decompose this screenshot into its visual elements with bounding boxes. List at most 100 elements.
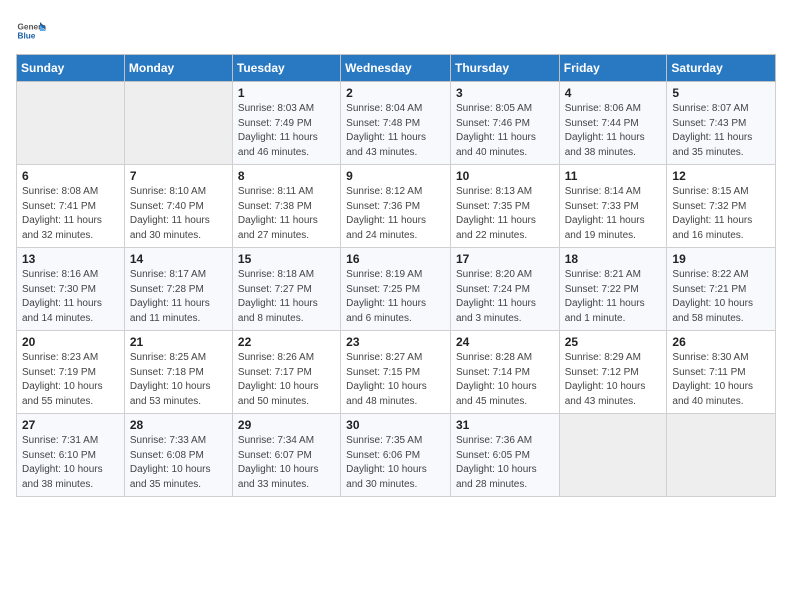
calendar-header: SundayMondayTuesdayWednesdayThursdayFrid… [17, 55, 776, 82]
day-info: Sunrise: 8:11 AM Sunset: 7:38 PM Dayligh… [238, 185, 335, 243]
day-info: Sunrise: 8:10 AM Sunset: 7:40 PM Dayligh… [130, 185, 227, 243]
day-number: 10 [456, 169, 554, 183]
day-info: Sunrise: 7:34 AM Sunset: 6:07 PM Dayligh… [238, 434, 335, 492]
day-number: 1 [238, 86, 335, 100]
day-info: Sunrise: 8:25 AM Sunset: 7:18 PM Dayligh… [130, 351, 227, 409]
day-number: 22 [238, 335, 335, 349]
day-number: 15 [238, 252, 335, 266]
day-info: Sunrise: 8:04 AM Sunset: 7:48 PM Dayligh… [346, 102, 445, 160]
day-number: 4 [565, 86, 662, 100]
calendar-cell: 24 Sunrise: 8:28 AM Sunset: 7:14 PM Dayli… [450, 331, 559, 414]
calendar-cell: 12 Sunrise: 8:15 AM Sunset: 7:32 PM Dayli… [667, 165, 776, 248]
calendar-cell [17, 82, 125, 165]
day-number: 20 [22, 335, 119, 349]
day-info: Sunrise: 8:06 AM Sunset: 7:44 PM Dayligh… [565, 102, 662, 160]
day-number: 30 [346, 418, 445, 432]
day-number: 25 [565, 335, 662, 349]
calendar-table: SundayMondayTuesdayWednesdayThursdayFrid… [16, 54, 776, 497]
day-number: 9 [346, 169, 445, 183]
day-number: 8 [238, 169, 335, 183]
calendar-cell [559, 414, 667, 497]
calendar-cell: 7 Sunrise: 8:10 AM Sunset: 7:40 PM Daylig… [124, 165, 232, 248]
calendar-cell: 3 Sunrise: 8:05 AM Sunset: 7:46 PM Daylig… [450, 82, 559, 165]
calendar-cell: 21 Sunrise: 8:25 AM Sunset: 7:18 PM Dayli… [124, 331, 232, 414]
calendar-cell [124, 82, 232, 165]
svg-text:Blue: Blue [18, 32, 36, 41]
calendar-cell: 2 Sunrise: 8:04 AM Sunset: 7:48 PM Daylig… [341, 82, 451, 165]
day-number: 5 [672, 86, 770, 100]
day-info: Sunrise: 8:27 AM Sunset: 7:15 PM Dayligh… [346, 351, 445, 409]
calendar-cell: 16 Sunrise: 8:19 AM Sunset: 7:25 PM Dayli… [341, 248, 451, 331]
day-info: Sunrise: 8:13 AM Sunset: 7:35 PM Dayligh… [456, 185, 554, 243]
day-info: Sunrise: 8:05 AM Sunset: 7:46 PM Dayligh… [456, 102, 554, 160]
calendar-cell: 22Sunrise: 8:26 AM Sunset: 7:17 PM Dayli… [232, 331, 340, 414]
calendar-cell: 26 Sunrise: 8:30 AM Sunset: 7:11 PM Dayli… [667, 331, 776, 414]
day-number: 21 [130, 335, 227, 349]
calendar-cell: 23 Sunrise: 8:27 AM Sunset: 7:15 PM Dayli… [341, 331, 451, 414]
day-number: 11 [565, 169, 662, 183]
day-number: 12 [672, 169, 770, 183]
day-number: 6 [22, 169, 119, 183]
day-info: Sunrise: 8:16 AM Sunset: 7:30 PM Dayligh… [22, 268, 119, 326]
day-number: 16 [346, 252, 445, 266]
calendar-cell: 17Sunrise: 8:20 AM Sunset: 7:24 PM Dayli… [450, 248, 559, 331]
day-number: 13 [22, 252, 119, 266]
day-info: Sunrise: 7:35 AM Sunset: 6:06 PM Dayligh… [346, 434, 445, 492]
day-info: Sunrise: 8:12 AM Sunset: 7:36 PM Dayligh… [346, 185, 445, 243]
day-info: Sunrise: 8:14 AM Sunset: 7:33 PM Dayligh… [565, 185, 662, 243]
day-number: 2 [346, 86, 445, 100]
calendar-cell: 28 Sunrise: 7:33 AM Sunset: 6:08 PM Dayli… [124, 414, 232, 497]
logo-icon: General Blue [16, 16, 46, 46]
day-info: Sunrise: 8:07 AM Sunset: 7:43 PM Dayligh… [672, 102, 770, 160]
logo: General Blue [16, 16, 50, 46]
day-number: 28 [130, 418, 227, 432]
weekday-header: Wednesday [341, 55, 451, 82]
calendar-cell [667, 414, 776, 497]
day-number: 18 [565, 252, 662, 266]
calendar-cell: 10 Sunrise: 8:13 AM Sunset: 7:35 PM Dayli… [450, 165, 559, 248]
page-header: General Blue [16, 16, 776, 46]
day-info: Sunrise: 8:18 AM Sunset: 7:27 PM Dayligh… [238, 268, 335, 326]
day-number: 3 [456, 86, 554, 100]
calendar-cell: 27 Sunrise: 7:31 AM Sunset: 6:10 PM Dayli… [17, 414, 125, 497]
day-info: Sunrise: 8:19 AM Sunset: 7:25 PM Dayligh… [346, 268, 445, 326]
day-number: 29 [238, 418, 335, 432]
day-info: Sunrise: 8:23 AM Sunset: 7:19 PM Dayligh… [22, 351, 119, 409]
calendar-cell: 6 Sunrise: 8:08 AM Sunset: 7:41 PM Daylig… [17, 165, 125, 248]
day-number: 23 [346, 335, 445, 349]
day-info: Sunrise: 7:33 AM Sunset: 6:08 PM Dayligh… [130, 434, 227, 492]
day-number: 24 [456, 335, 554, 349]
day-info: Sunrise: 8:15 AM Sunset: 7:32 PM Dayligh… [672, 185, 770, 243]
day-number: 19 [672, 252, 770, 266]
weekday-header: Tuesday [232, 55, 340, 82]
day-number: 14 [130, 252, 227, 266]
day-number: 27 [22, 418, 119, 432]
calendar-cell: 11 Sunrise: 8:14 AM Sunset: 7:33 PM Dayli… [559, 165, 667, 248]
calendar-cell: 1 Sunrise: 8:03 AM Sunset: 7:49 PM Daylig… [232, 82, 340, 165]
calendar-cell: 8 Sunrise: 8:11 AM Sunset: 7:38 PM Daylig… [232, 165, 340, 248]
day-number: 17 [456, 252, 554, 266]
calendar-cell: 29 Sunrise: 7:34 AM Sunset: 6:07 PM Dayli… [232, 414, 340, 497]
weekday-header: Saturday [667, 55, 776, 82]
day-number: 26 [672, 335, 770, 349]
calendar-cell: 30 Sunrise: 7:35 AM Sunset: 6:06 PM Dayli… [341, 414, 451, 497]
calendar-cell: 14Sunrise: 8:17 AM Sunset: 7:28 PM Dayli… [124, 248, 232, 331]
calendar-cell: 19 Sunrise: 8:22 AM Sunset: 7:21 PM Dayli… [667, 248, 776, 331]
day-info: Sunrise: 8:30 AM Sunset: 7:11 PM Dayligh… [672, 351, 770, 409]
day-info: Sunrise: 7:36 AM Sunset: 6:05 PM Dayligh… [456, 434, 554, 492]
day-info: Sunrise: 8:08 AM Sunset: 7:41 PM Dayligh… [22, 185, 119, 243]
calendar-cell: 4 Sunrise: 8:06 AM Sunset: 7:44 PM Daylig… [559, 82, 667, 165]
calendar-cell: 20 Sunrise: 8:23 AM Sunset: 7:19 PM Dayli… [17, 331, 125, 414]
weekday-header: Monday [124, 55, 232, 82]
day-info: Sunrise: 7:31 AM Sunset: 6:10 PM Dayligh… [22, 434, 119, 492]
day-info: Sunrise: 8:22 AM Sunset: 7:21 PM Dayligh… [672, 268, 770, 326]
day-info: Sunrise: 8:21 AM Sunset: 7:22 PM Dayligh… [565, 268, 662, 326]
calendar-cell: 15 Sunrise: 8:18 AM Sunset: 7:27 PM Dayli… [232, 248, 340, 331]
day-info: Sunrise: 8:03 AM Sunset: 7:49 PM Dayligh… [238, 102, 335, 160]
day-number: 31 [456, 418, 554, 432]
weekday-header: Thursday [450, 55, 559, 82]
calendar-cell: 13 Sunrise: 8:16 AM Sunset: 7:30 PM Dayli… [17, 248, 125, 331]
day-info: Sunrise: 8:28 AM Sunset: 7:14 PM Dayligh… [456, 351, 554, 409]
calendar-cell: 5 Sunrise: 8:07 AM Sunset: 7:43 PM Daylig… [667, 82, 776, 165]
day-number: 7 [130, 169, 227, 183]
